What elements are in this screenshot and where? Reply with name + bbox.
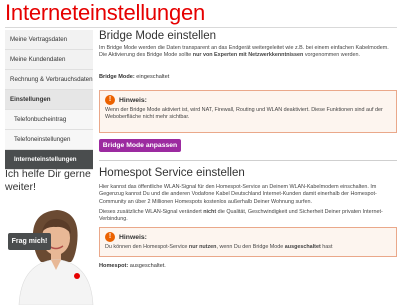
homespot-notice-label: Hinweis: bbox=[119, 233, 147, 241]
bridge-status-value: eingeschaltet bbox=[134, 74, 170, 80]
homespot-notice-a: Du können den Homespot-Service bbox=[105, 244, 189, 250]
homespot-quality-bold: nicht bbox=[203, 209, 217, 215]
bridge-mode-button[interactable]: Bridge Mode anpassen bbox=[99, 139, 181, 152]
homespot-notice-d: ausgeschaltet bbox=[284, 244, 321, 250]
bridge-desc-bold: nur von Experten mit Netzwerkkenntnissen bbox=[192, 52, 304, 59]
homespot-notice-e: hast bbox=[320, 244, 333, 250]
bridge-notice: ! Hinweis: Wenn der Bridge Mode aktivier… bbox=[99, 90, 397, 133]
homespot-status-label: Homespot: bbox=[99, 263, 129, 269]
bridge-description: Im Bridge Mode werden die Daten transpar… bbox=[99, 45, 395, 60]
ask-me-button[interactable]: Frag mich! bbox=[8, 233, 51, 250]
homespot-section-title: Homespot Service einstellen bbox=[99, 167, 245, 179]
sidebar-item-telefonbucheintrag[interactable]: Telefonbucheintrag bbox=[5, 110, 93, 130]
help-text: Ich helfe Dir gerne weiter! bbox=[5, 168, 91, 193]
sidebar-item-interneteinstellungen[interactable]: Interneteinstellungen bbox=[5, 150, 93, 170]
info-icon: ! bbox=[105, 95, 115, 105]
page-title: Interneteinstellungen bbox=[5, 0, 206, 25]
bridge-section-title: Bridge Mode einstellen bbox=[99, 30, 216, 42]
bridge-status: Bridge Mode: eingeschaltet bbox=[99, 74, 169, 80]
bridge-notice-label: Hinweis: bbox=[119, 96, 147, 104]
section-divider bbox=[99, 160, 397, 161]
sidebar-nav: Meine Vertragsdaten Meine Kundendaten Re… bbox=[5, 30, 93, 170]
homespot-status-value: ausgeschaltet. bbox=[128, 263, 166, 269]
bridge-desc-tail: vorgenommen werden. bbox=[303, 52, 360, 59]
sidebar-item-kundendaten[interactable]: Meine Kundendaten bbox=[5, 50, 93, 70]
support-agent-image bbox=[18, 210, 94, 305]
help-widget: Ich helfe Dir gerne weiter! Frag mich! bbox=[5, 168, 97, 305]
homespot-notice-text: Du können den Homespot-Service nur nutze… bbox=[105, 244, 392, 251]
sidebar-item-telefoneinstellungen[interactable]: Telefoneinstellungen bbox=[5, 130, 93, 150]
bridge-status-label: Bridge Mode: bbox=[99, 74, 135, 80]
homespot-quality-a: Dieses zusätzliche WLAN-Signal verändert bbox=[99, 209, 204, 215]
title-divider bbox=[5, 27, 397, 28]
sidebar-item-rechnung[interactable]: Rechnung & Verbrauchsdaten bbox=[5, 70, 93, 90]
homespot-status: Homespot: ausgeschaltet. bbox=[99, 263, 166, 269]
homespot-notice-b: nur nutzen bbox=[188, 244, 217, 250]
bridge-notice-text: Wenn der Bridge Mode aktiviert ist, wird… bbox=[105, 107, 383, 121]
homespot-notice: ! Hinweis: Du können den Homespot-Servic… bbox=[99, 227, 397, 257]
sidebar-item-vertragsdaten[interactable]: Meine Vertragsdaten bbox=[5, 30, 93, 50]
info-icon: ! bbox=[105, 232, 115, 242]
sidebar-item-einstellungen[interactable]: Einstellungen bbox=[5, 90, 93, 110]
homespot-description: Hier kannst das öffentliche WLAN-Signal … bbox=[99, 184, 377, 205]
homespot-quality-text: Dieses zusätzliche WLAN-Signal verändert… bbox=[99, 209, 395, 224]
homespot-notice-c: , wenn Du den Bridge Mode bbox=[216, 244, 285, 250]
